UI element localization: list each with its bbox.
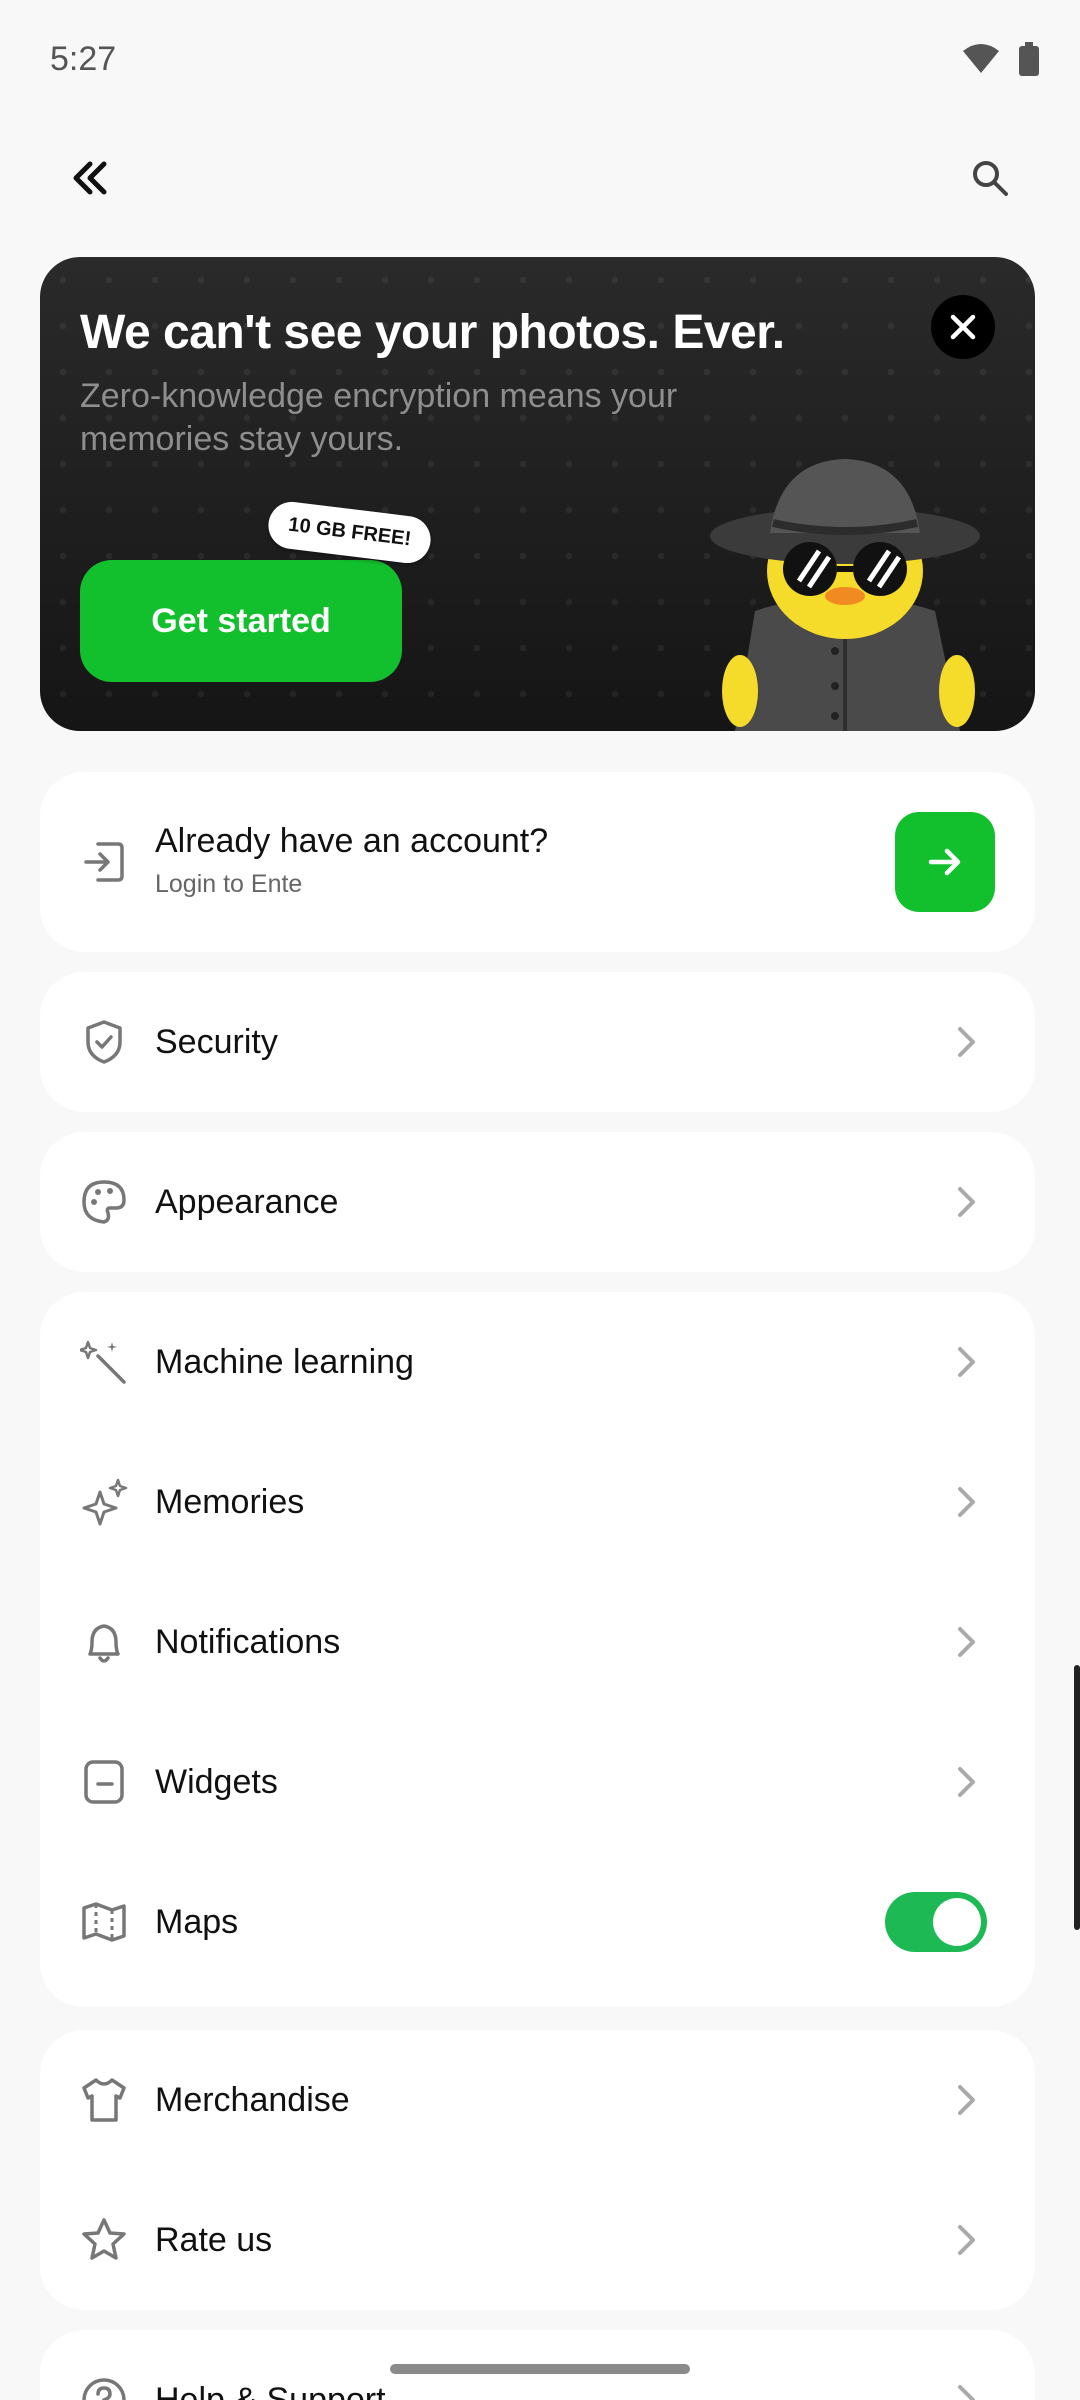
chevron-right-icon — [958, 1347, 975, 1377]
home-indicator[interactable] — [390, 2364, 690, 2374]
maps-toggle[interactable] — [885, 1892, 987, 1952]
settings-item-label: Help & Support — [155, 2380, 386, 2400]
chevron-right-icon — [958, 2385, 975, 2400]
get-started-button[interactable]: Get started — [80, 560, 402, 682]
close-icon — [950, 314, 976, 340]
settings-item-label: Merchandise — [155, 2080, 350, 2119]
chevron-right-icon — [958, 1487, 975, 1517]
widget-icon — [80, 1758, 128, 1806]
chevron-right-icon — [958, 2225, 975, 2255]
settings-item-memories[interactable]: Memories — [40, 1432, 1035, 1572]
magic-wand-icon — [80, 1338, 128, 1386]
chevron-right-icon — [958, 1627, 975, 1657]
help-icon — [80, 2376, 128, 2400]
palette-icon — [80, 1178, 128, 1226]
map-icon — [80, 1898, 128, 1946]
settings-item-label: Security — [155, 1022, 278, 1061]
settings-item-label: Maps — [155, 1902, 239, 1941]
status-icons — [962, 42, 1040, 76]
settings-item-rate-us[interactable]: Rate us — [40, 2170, 1035, 2310]
login-arrow-button[interactable] — [895, 812, 995, 912]
status-bar: 5:27 — [0, 0, 1080, 120]
toggle-knob — [933, 1898, 981, 1946]
security-card: Security — [40, 972, 1035, 1112]
login-icon — [80, 838, 128, 891]
status-time: 5:27 — [50, 40, 117, 78]
free-storage-badge: 10 GB FREE! — [265, 499, 434, 566]
settings-item-appearance[interactable]: Appearance — [40, 1132, 1035, 1272]
settings-item-label: Widgets — [155, 1762, 278, 1801]
settings-item-label: Memories — [155, 1482, 305, 1521]
search-button[interactable] — [960, 148, 1020, 208]
back-button[interactable] — [60, 148, 120, 208]
chevron-right-icon — [958, 1187, 975, 1217]
login-subtitle: Login to Ente — [155, 870, 303, 898]
star-icon — [80, 2216, 128, 2264]
chevron-right-icon — [958, 1767, 975, 1797]
sparkle-icon — [80, 1478, 128, 1526]
settings-item-machine-learning[interactable]: Machine learning — [40, 1292, 1035, 1432]
settings-item-security[interactable]: Security — [40, 972, 1035, 1112]
wifi-icon — [963, 44, 999, 73]
login-title: Already have an account? — [155, 822, 549, 860]
chevron-right-icon — [958, 1027, 975, 1057]
settings-item-maps: Maps — [40, 1852, 1035, 1992]
chevron-right-icon — [958, 2085, 975, 2115]
settings-item-label: Appearance — [155, 1182, 339, 1221]
settings-item-label: Rate us — [155, 2220, 273, 2259]
arrow-right-icon — [928, 848, 961, 876]
extra-card: Merchandise Rate us — [40, 2030, 1035, 2310]
promo-banner: We can't see your photos. Ever. Zero-kno… — [40, 257, 1035, 731]
login-card[interactable]: Already have an account? Login to Ente — [40, 772, 1035, 952]
bell-icon — [80, 1618, 128, 1666]
settings-item-notifications[interactable]: Notifications — [40, 1572, 1035, 1712]
settings-item-label: Machine learning — [155, 1342, 414, 1381]
features-card: Machine learning Memories Notifications — [40, 1292, 1035, 2007]
promo-subtitle: Zero-knowledge encryption means your mem… — [80, 377, 678, 458]
settings-item-widgets[interactable]: Widgets — [40, 1712, 1035, 1852]
appearance-card: Appearance — [40, 1132, 1035, 1272]
scrollbar[interactable] — [1074, 1665, 1080, 1930]
double-chevron-left-icon — [73, 161, 107, 195]
shield-check-icon — [80, 1018, 128, 1066]
promo-title: We can't see your photos. Ever. — [80, 306, 785, 359]
search-icon — [973, 161, 1008, 196]
top-bar — [0, 130, 1080, 230]
settings-item-merchandise[interactable]: Merchandise — [40, 2030, 1035, 2170]
battery-icon — [1019, 42, 1039, 76]
duck-detective-mascot — [710, 459, 980, 731]
promo-close-button[interactable] — [931, 295, 995, 359]
shirt-icon — [80, 2076, 128, 2124]
settings-item-label: Notifications — [155, 1622, 341, 1661]
